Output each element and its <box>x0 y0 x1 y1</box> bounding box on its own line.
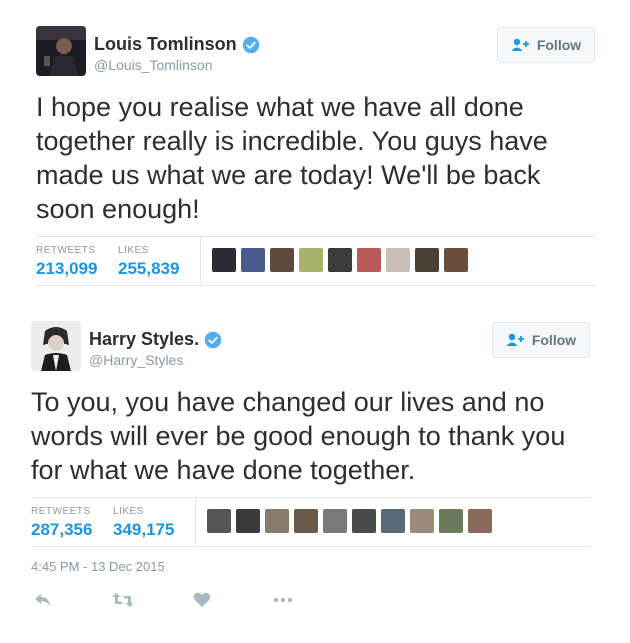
retweet-button[interactable] <box>111 590 135 610</box>
liker-avatar[interactable] <box>381 509 405 533</box>
retweets-label: RETWEETS <box>31 506 91 517</box>
liker-avatar[interactable] <box>265 509 289 533</box>
tweet-stats: RETWEETS 287,356 LIKES 349,175 <box>31 497 591 547</box>
retweets-label: RETWEETS <box>36 245 96 256</box>
retweets-count: 213,099 <box>36 259 98 278</box>
liker-avatar[interactable] <box>294 509 318 533</box>
tweet-louis: Louis Tomlinson @Louis_Tomlinson Follow … <box>0 0 630 290</box>
liker-avatar[interactable] <box>207 509 231 533</box>
verified-badge-icon <box>204 331 222 348</box>
follow-button[interactable]: Follow <box>497 27 595 63</box>
avatar[interactable] <box>31 321 81 371</box>
tweet-harry: Harry Styles. @Harry_Styles Follow To yo… <box>0 290 630 643</box>
stats-divider <box>195 498 196 546</box>
user-handle[interactable]: @Harry_Styles <box>89 352 183 368</box>
likes-label: LIKES <box>113 506 144 517</box>
tweet-text: I hope you realise what we have all done… <box>36 92 548 224</box>
avatar[interactable] <box>36 26 86 76</box>
like-icon <box>193 592 211 607</box>
liker-avatar[interactable] <box>410 509 434 533</box>
like-button[interactable] <box>190 590 214 610</box>
retweet-icon <box>112 593 134 607</box>
liker-avatar[interactable] <box>241 248 265 272</box>
reply-icon <box>35 594 50 606</box>
retweets-stat[interactable]: RETWEETS 213,099 <box>36 245 97 279</box>
liker-avatar[interactable] <box>386 248 410 272</box>
liker-avatar[interactable] <box>415 248 439 272</box>
likes-stat[interactable]: LIKES 349,175 <box>113 506 174 540</box>
liker-avatar[interactable] <box>236 509 260 533</box>
retweets-count: 287,356 <box>31 520 93 539</box>
reply-button[interactable] <box>31 590 55 610</box>
liker-avatar[interactable] <box>352 509 376 533</box>
verified-badge-icon <box>242 36 259 53</box>
more-icon <box>273 597 293 603</box>
liker-avatar[interactable] <box>212 248 236 272</box>
liker-avatar[interactable] <box>468 509 492 533</box>
follow-label: Follow <box>531 332 577 348</box>
tweet-timestamp[interactable]: 4:45 PM - 13 Dec 2015 <box>31 559 165 574</box>
liker-avatar[interactable] <box>270 248 294 272</box>
tweet-stats: RETWEETS 213,099 LIKES 255,839 <box>36 236 596 286</box>
add-user-icon <box>506 333 524 346</box>
add-user-icon <box>511 38 529 51</box>
likers-list <box>207 509 497 533</box>
likes-stat[interactable]: LIKES 255,839 <box>118 245 179 279</box>
liker-avatar[interactable] <box>439 509 463 533</box>
liker-avatar[interactable] <box>323 509 347 533</box>
retweets-stat[interactable]: RETWEETS 287,356 <box>31 506 92 540</box>
likes-count: 349,175 <box>113 520 175 539</box>
likes-count: 255,839 <box>118 259 180 278</box>
display-name[interactable]: Harry Styles. <box>89 329 199 350</box>
tweet-text: To you, you have changed our lives and n… <box>31 387 566 485</box>
liker-avatar[interactable] <box>328 248 352 272</box>
stats-divider <box>200 237 201 285</box>
more-button[interactable] <box>271 590 295 610</box>
liker-avatar[interactable] <box>357 248 381 272</box>
likes-label: LIKES <box>118 245 149 256</box>
follow-button[interactable]: Follow <box>492 322 590 358</box>
follow-label: Follow <box>536 37 582 53</box>
display-name[interactable]: Louis Tomlinson <box>94 34 237 55</box>
liker-avatar[interactable] <box>444 248 468 272</box>
user-handle[interactable]: @Louis_Tomlinson <box>94 57 213 73</box>
likers-list <box>212 248 473 272</box>
liker-avatar[interactable] <box>299 248 323 272</box>
